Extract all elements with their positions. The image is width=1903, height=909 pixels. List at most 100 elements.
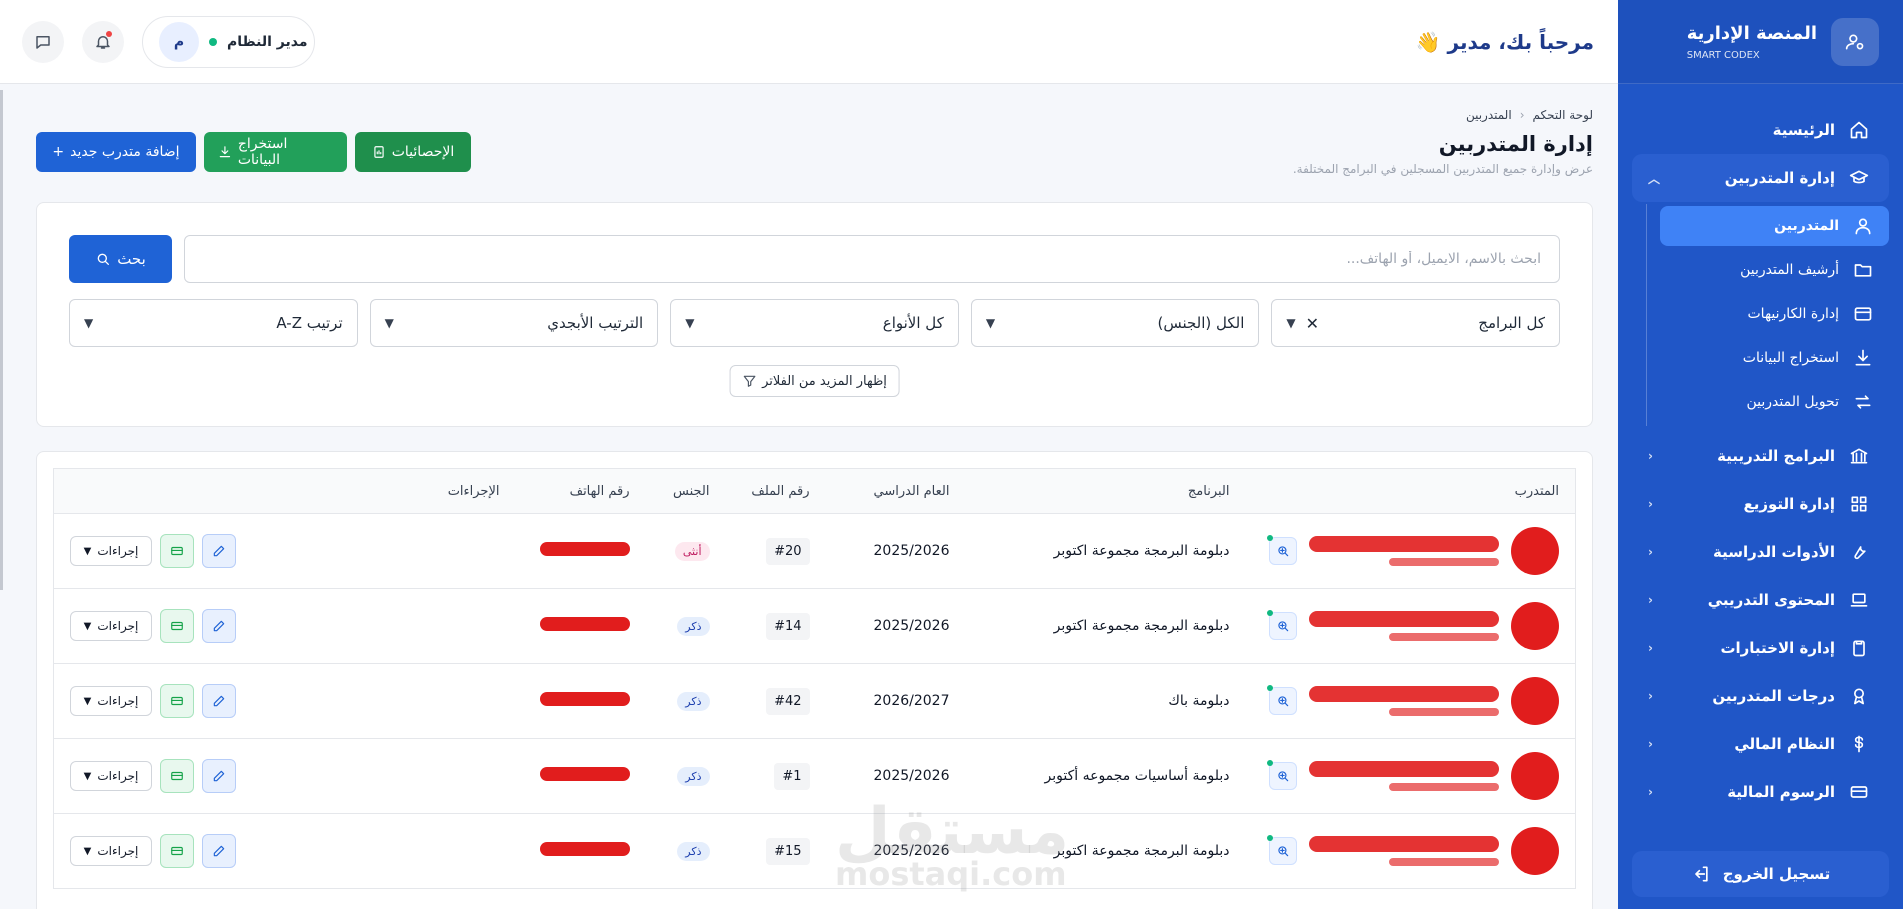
sidebar-item-finance[interactable]: النظام المالي ‹ <box>1632 720 1889 768</box>
id-card-button[interactable] <box>160 759 194 793</box>
table-row[interactable]: دبلومة البرمجة مجموعة اكتوبر 2025/2026 #… <box>53 588 1576 664</box>
zoom-in-icon <box>1278 846 1289 857</box>
id-card-button[interactable] <box>160 834 194 868</box>
col-trainee[interactable]: المتدرب <box>1245 468 1576 514</box>
chevron-down-icon: ▼ <box>384 316 394 330</box>
add-trainee-button[interactable]: + إضافة متدرب جديد <box>36 132 196 172</box>
search-button[interactable]: بحث <box>69 235 172 283</box>
view-details-button[interactable] <box>1267 835 1297 865</box>
col-program[interactable]: البرنامج <box>965 468 1246 514</box>
program-cell: دبلومة البرمجة مجموعة اكتوبر <box>965 513 1246 589</box>
sidebar-subitem-transfer[interactable]: تحويل المتدربين <box>1660 382 1889 422</box>
sidebar-subitem-archive[interactable]: أرشيف المتدربين <box>1660 250 1889 290</box>
row-actions-label: إجراءات <box>97 694 139 708</box>
more-filters-button[interactable]: إظهار المزيد من الفلاتر <box>729 365 900 397</box>
phone-cell <box>515 813 646 889</box>
brand-title: المنصة الإدارية <box>1686 22 1817 44</box>
edit-button[interactable] <box>202 759 236 793</box>
admin-user-icon <box>1831 17 1879 66</box>
row-actions-menu[interactable]: ▼ إجراءات <box>70 686 152 716</box>
view-details-button[interactable] <box>1267 685 1297 715</box>
logout-button[interactable]: تسجيل الخروج <box>1632 851 1889 897</box>
statistics-label: الإحصائيات <box>391 144 455 160</box>
trainee-id-redacted <box>1389 783 1499 791</box>
sidebar-item-label: درجات المتدربين <box>1712 687 1835 705</box>
card-icon <box>171 771 183 781</box>
logout-label: تسجيل الخروج <box>1722 865 1831 883</box>
folder-icon <box>1854 264 1872 277</box>
col-phone[interactable]: رقم الهاتف <box>515 468 646 514</box>
table-row[interactable]: دبلومة البرمجة مجموعة اكتوبر 2025/2026 #… <box>53 513 1576 589</box>
order-select[interactable]: الترتيب الأبجدي ▼ <box>369 299 659 347</box>
sidebar-nav: الرئيسية إدارة المتدربين ︿ المتدربين أرش… <box>1618 84 1903 816</box>
sidebar-submenu: المتدربين أرشيف المتدربين إدارة الكارنيه… <box>1632 202 1889 432</box>
wrench-icon <box>1854 546 1866 560</box>
trainee-name-redacted[interactable] <box>1309 536 1499 552</box>
program-select[interactable]: كل البرامج ✕ ▼ <box>1271 299 1560 347</box>
trainee-name-redacted[interactable] <box>1309 686 1499 702</box>
year-cell: 2025/2026 <box>825 513 966 589</box>
id-card-button[interactable] <box>160 684 194 718</box>
table-row[interactable]: دبلومة البرمجة مجموعة اكتوبر 2025/2026 #… <box>53 813 1576 889</box>
sidebar-item-grades[interactable]: درجات المتدربين ‹ <box>1632 672 1889 720</box>
row-actions-label: إجراءات <box>97 844 139 858</box>
col-gender[interactable]: الجنس <box>645 468 726 514</box>
table-row[interactable]: دبلومة باك 2026/2027 #42 ذكر ▼ إجراءات <box>53 663 1576 739</box>
sort-select[interactable]: ترتيب A-Z ▼ <box>69 299 358 347</box>
year-cell: 2025/2026 <box>825 738 966 814</box>
sidebar-item-fees[interactable]: الرسوم المالية ‹ <box>1632 768 1889 816</box>
messages-button[interactable] <box>22 21 64 63</box>
col-file-number[interactable]: رقم الملف <box>725 468 826 514</box>
transfer-icon <box>1855 395 1871 409</box>
edit-button[interactable] <box>202 684 236 718</box>
trainee-name-redacted[interactable] <box>1309 836 1499 852</box>
sidebar-subitem-export[interactable]: استخراج البيانات <box>1660 338 1889 378</box>
view-details-button[interactable] <box>1267 610 1297 640</box>
sidebar-subitem-id-cards[interactable]: إدارة الكارنيهات <box>1660 294 1889 334</box>
trainee-info <box>1262 827 1559 875</box>
search-input[interactable] <box>184 235 1560 283</box>
gender-select[interactable]: الكل (الجنس) ▼ <box>970 299 1260 347</box>
row-actions-menu[interactable]: ▼ إجراءات <box>70 761 152 791</box>
filter-selects: كل البرامج ✕ ▼ الكل (الجنس) ▼ كل الأنواع… <box>69 299 1560 347</box>
col-year[interactable]: العام الدراسي <box>825 468 966 514</box>
sidebar-item-distribution[interactable]: إدارة التوزيع ‹ <box>1632 480 1889 528</box>
sidebar-item-trainees-management[interactable]: إدارة المتدربين ︿ <box>1632 154 1889 202</box>
chevron-left-icon: ‹ <box>1648 737 1653 751</box>
edit-button[interactable] <box>202 534 236 568</box>
notifications-button[interactable] <box>82 21 124 63</box>
type-select[interactable]: كل الأنواع ▼ <box>670 299 959 347</box>
edit-button[interactable] <box>202 834 236 868</box>
gender-cell: ذكر <box>645 588 726 664</box>
status-dot <box>1267 760 1273 766</box>
edit-button[interactable] <box>202 609 236 643</box>
view-details-button[interactable] <box>1267 535 1297 565</box>
row-actions-menu[interactable]: ▼ إجراءات <box>70 836 152 866</box>
table-row[interactable]: دبلومة أساسيات مجموعه أكتوبر 2025/2026 #… <box>53 738 1576 814</box>
file-number-cell: #14 <box>725 588 826 664</box>
scrollbar[interactable] <box>0 90 3 590</box>
gender-cell: ذكر <box>645 813 726 889</box>
export-data-button[interactable]: استخراج البيانات <box>204 132 347 172</box>
trainee-name-redacted[interactable] <box>1309 761 1499 777</box>
row-actions-menu[interactable]: ▼ إجراءات <box>70 611 152 641</box>
sidebar-subitem-trainees[interactable]: المتدربين <box>1660 206 1889 246</box>
user-menu[interactable]: م مدير النظام <box>142 16 315 68</box>
trainee-icon <box>1855 218 1871 235</box>
statistics-button[interactable]: الإحصائيات <box>355 132 471 172</box>
status-dot <box>1267 835 1273 841</box>
notification-dot <box>106 31 112 37</box>
sidebar-item-exams[interactable]: إدارة الاختبارات ‹ <box>1632 624 1889 672</box>
breadcrumb-home[interactable]: لوحة التحكم <box>1533 108 1594 122</box>
view-details-button[interactable] <box>1267 760 1297 790</box>
id-card-button[interactable] <box>160 609 194 643</box>
clear-icon[interactable]: ✕ <box>1306 314 1319 333</box>
trainee-name-redacted[interactable] <box>1309 611 1499 627</box>
row-actions-menu[interactable]: ▼ إجراءات <box>70 536 152 566</box>
sidebar-item-content[interactable]: المحتوى التدريبي ‹ <box>1632 576 1889 624</box>
id-card-button[interactable] <box>160 534 194 568</box>
sidebar-item-study-tools[interactable]: الأدوات الدراسية ‹ <box>1632 528 1889 576</box>
program-select-value: كل البرامج <box>1478 314 1545 332</box>
sidebar-item-home[interactable]: الرئيسية <box>1632 106 1889 154</box>
sidebar-item-programs[interactable]: البرامج التدريبية ‹ <box>1632 432 1889 480</box>
